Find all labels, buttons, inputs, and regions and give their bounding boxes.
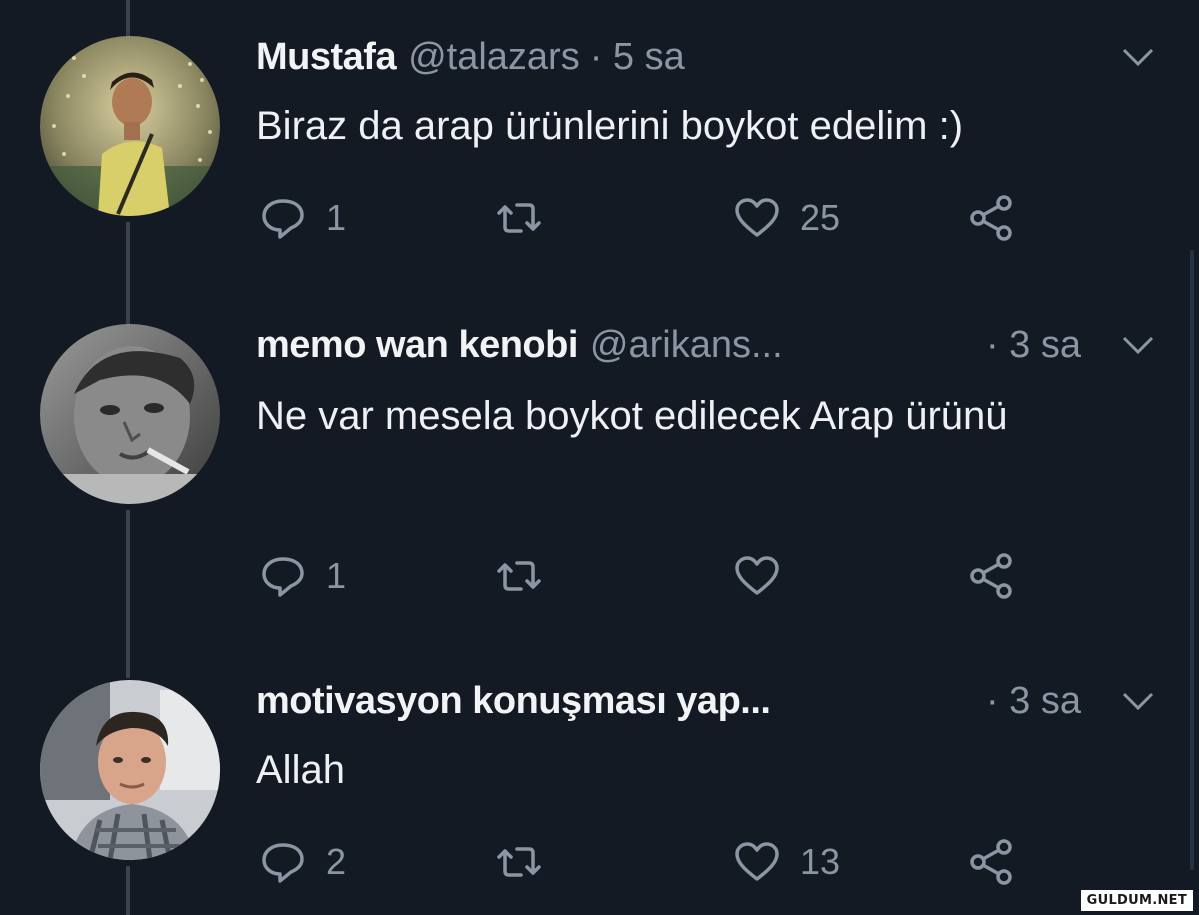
reply-icon — [262, 843, 304, 883]
avatar-motivasyon[interactable] — [40, 680, 220, 860]
chevron-down-icon[interactable] — [1121, 690, 1155, 712]
heart-icon — [735, 842, 779, 881]
share-icon — [970, 839, 1012, 885]
tweet-time[interactable]: · 3 sa — [986, 680, 1081, 723]
tweet-header: motivasyon konuşması yap... — [256, 680, 771, 730]
watermark-label: GULDUM.NET — [1080, 890, 1193, 911]
author-name[interactable]: motivasyon konuşması yap... — [256, 680, 771, 723]
tweet-actions: 2 13 — [258, 832, 1038, 892]
retweet-icon — [497, 847, 541, 877]
tweet-text: Allah — [256, 748, 345, 792]
tweet-3[interactable]: motivasyon konuşması yap... · 3 sa Allah… — [0, 0, 1199, 915]
like-button[interactable]: 13 — [732, 832, 840, 892]
avatar-image — [40, 680, 220, 860]
share-button[interactable] — [966, 832, 1016, 892]
reply-count: 2 — [326, 841, 347, 882]
reply-button[interactable]: 2 — [258, 832, 346, 892]
retweet-button[interactable] — [494, 832, 562, 892]
like-count: 13 — [800, 841, 841, 882]
